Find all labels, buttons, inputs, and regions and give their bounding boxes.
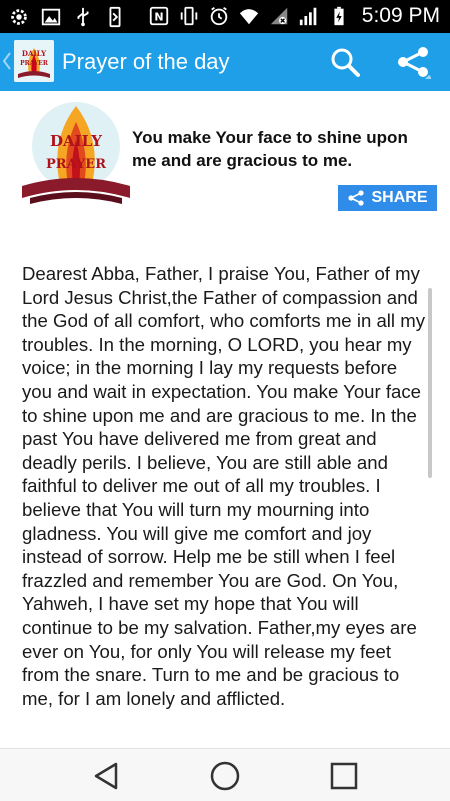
chevron-left-icon[interactable]	[2, 51, 12, 71]
daily-prayer-logo: DAILY PRAYER	[20, 100, 132, 210]
battery-charging-icon	[334, 6, 344, 26]
svg-text:DAILY: DAILY	[50, 132, 102, 150]
nfc-icon: N	[149, 6, 168, 26]
prayer-body: Dearest Abba, Father, I praise You, Fath…	[22, 263, 426, 709]
share-button-label: SHARE	[371, 189, 428, 206]
daily-prayer-logo-icon: DAILY PRAYER	[14, 40, 54, 82]
no-sim-icon	[270, 7, 288, 25]
svg-text:PRAYER: PRAYER	[20, 60, 49, 67]
status-bar: N 5:09 PM	[0, 0, 450, 33]
svg-text:PRAYER: PRAYER	[46, 157, 106, 172]
share-icon[interactable]	[395, 45, 431, 79]
signal-icon	[299, 7, 317, 26]
notification-icons	[8, 6, 126, 28]
prayer-headline: You make Your face to shine upon me and …	[132, 128, 408, 170]
home-icon[interactable]	[208, 759, 242, 793]
usb-icon	[77, 7, 89, 27]
vibrate-icon	[180, 6, 198, 26]
scrollbar[interactable]	[428, 288, 432, 478]
app-title: Prayer of the day	[62, 49, 230, 74]
wifi-icon	[239, 9, 258, 25]
svg-text:N: N	[154, 11, 163, 24]
settings-icon	[11, 9, 27, 25]
app-logo[interactable]: DAILY PRAYER	[14, 40, 54, 82]
back-icon[interactable]	[90, 759, 124, 793]
share-button[interactable]: SHARE	[338, 185, 437, 211]
alarm-icon	[210, 6, 228, 26]
svg-text:DAILY: DAILY	[22, 49, 47, 58]
navigation-bar	[0, 748, 450, 801]
phone-icon	[109, 6, 121, 28]
daily-prayer-emblem-icon: DAILY PRAYER	[22, 102, 130, 204]
image-icon	[41, 8, 61, 26]
clock: 5:09 PM	[361, 4, 440, 27]
app-bar: DAILY PRAYER Prayer of the day	[0, 33, 450, 91]
recents-icon[interactable]	[327, 759, 361, 793]
search-icon[interactable]	[328, 45, 362, 79]
system-icons: N 5:09 PM	[148, 4, 440, 28]
share-icon	[348, 190, 365, 206]
